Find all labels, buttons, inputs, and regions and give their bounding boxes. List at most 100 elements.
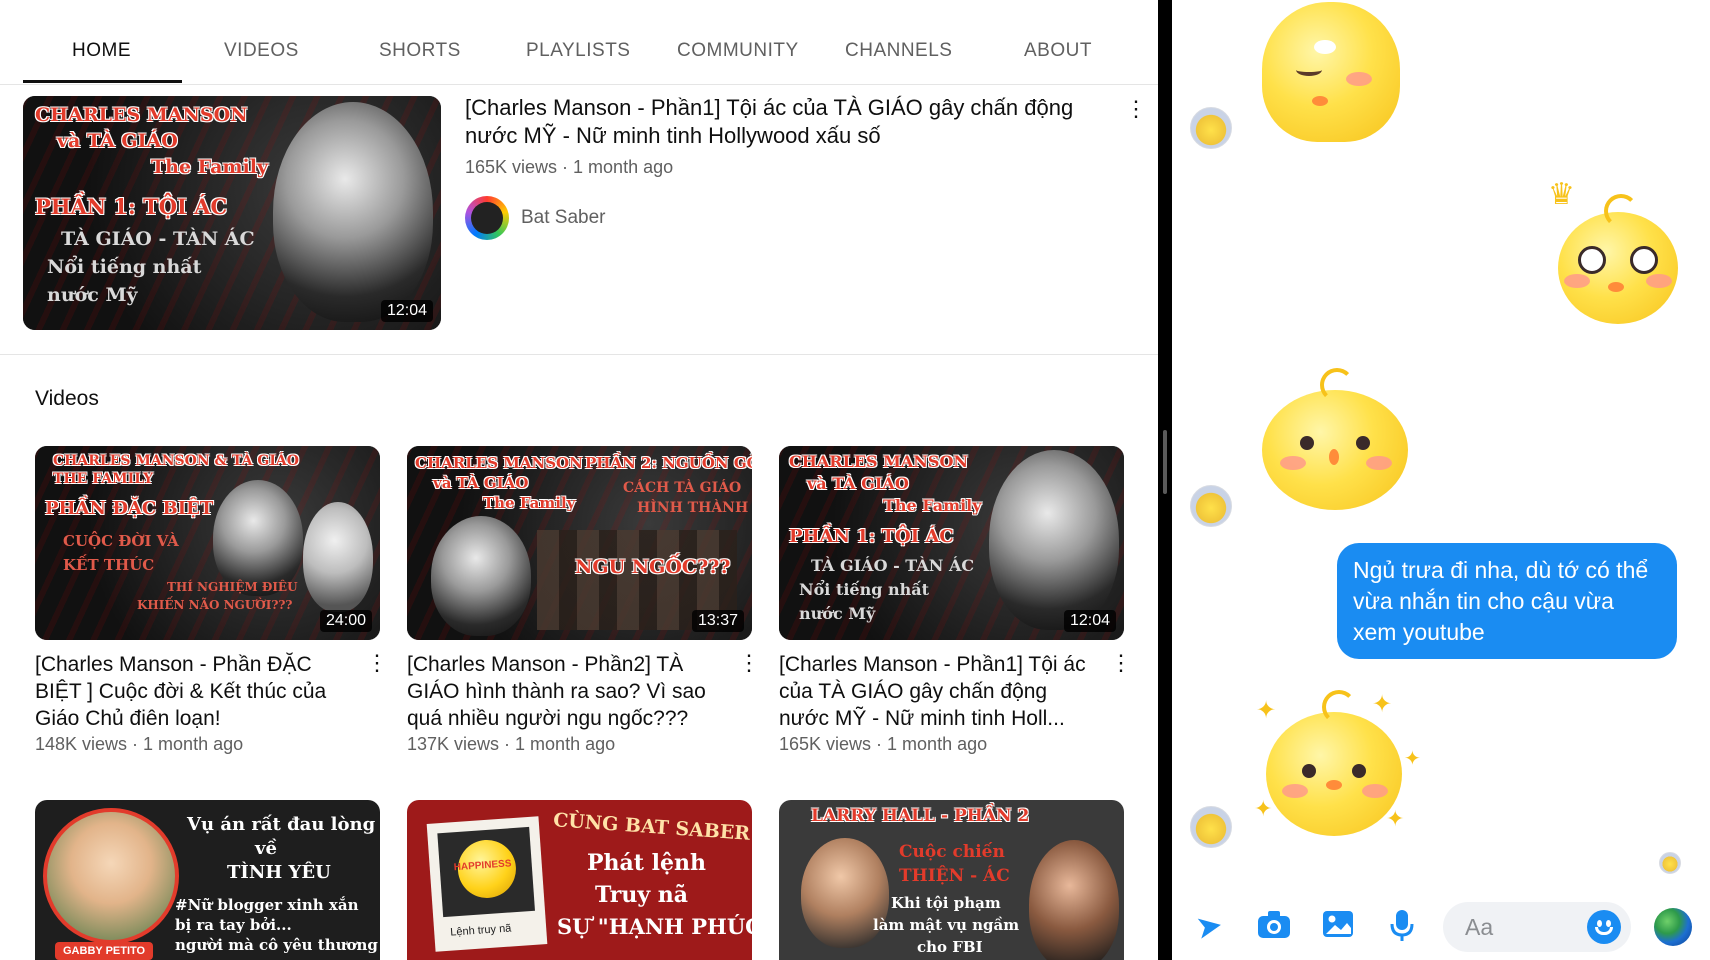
thumbnail-portrait [273, 102, 433, 322]
youtube-pane: HOME VIDEOS SHORTS PLAYLISTS COMMUNITY C… [0, 0, 1158, 960]
video-thumbnail[interactable]: CHARLES MANSON & TÀ GIÁO THE FAMILY PHẦN… [35, 446, 380, 640]
duck-sticker[interactable] [1558, 194, 1678, 324]
video-title[interactable]: [Charles Manson - Phần2] TÀ GIÁO hình th… [407, 651, 727, 732]
sticker-tuft [1320, 368, 1354, 402]
thumb-text: PHẦN 1: TỘI ÁC [35, 194, 228, 219]
more-options-icon[interactable]: ⋮ [366, 652, 388, 674]
seen-indicator [1659, 852, 1681, 874]
photo-icon[interactable] [1318, 908, 1358, 945]
video-title[interactable]: [Charles Manson - Phần ĐẶC BIỆT ] Cuộc đ… [35, 651, 355, 732]
thumb-text: Cuộc chiến [899, 842, 1005, 862]
channel-name[interactable]: Bat Saber [521, 207, 606, 229]
sticker-highlight [1314, 40, 1336, 54]
thumb-text: và TÀ GIÁO [807, 474, 909, 493]
sticker-blush [1362, 784, 1388, 798]
featured-thumbnail[interactable]: CHARLES MANSON và TÀ GIÁO The Family PHẦ… [23, 96, 441, 330]
split-view-handle[interactable] [1163, 430, 1167, 494]
thumbnail-portrait [43, 808, 179, 944]
duration-badge: 13:37 [691, 610, 744, 632]
sticker-eye [1630, 246, 1658, 274]
send-icon[interactable]: ➤ [1187, 906, 1232, 946]
duck-sticker[interactable] [1262, 368, 1408, 510]
video-thumbnail[interactable]: HAPPINESS Lệnh truy nã CÙNG BAT SABER Ph… [407, 800, 752, 960]
video-title[interactable]: [Charles Manson - Phần1] Tội ác của TÀ G… [779, 651, 1099, 732]
video-thumbnail[interactable]: Vụ án rất đau lòng về TÌNH YÊU #Nữ blogg… [35, 800, 380, 960]
tab-home[interactable]: HOME [72, 40, 131, 62]
thumb-text: Truy nã [595, 882, 689, 908]
thumb-text: CHARLES MANSON & TÀ GIÁO [53, 453, 299, 469]
sticker-beak [1326, 780, 1342, 790]
thumb-text: TÀ GIÁO - TÀN ÁC [811, 556, 975, 575]
sticker-eye [1300, 436, 1314, 450]
video-thumbnail[interactable]: CHARLES MANSON và TÀ GIÁO The Family PHẦ… [779, 446, 1124, 640]
thumb-text: Vụ án rất đau lòng [187, 814, 376, 835]
thumb-text: THE FAMILY [53, 471, 154, 487]
camera-icon[interactable] [1254, 908, 1294, 945]
sticker-beak [1329, 449, 1339, 465]
tab-channels[interactable]: CHANNELS [845, 40, 952, 62]
thumb-text: KẾT THÚC [63, 556, 155, 574]
channel-avatar[interactable] [465, 196, 509, 240]
thumb-text: về [255, 838, 277, 859]
sticker-beak [1608, 282, 1624, 292]
thumbnail-portrait [303, 502, 373, 612]
video-thumbnail[interactable]: LARRY HALL - PHẦN 2 Cuộc chiến THIỆN - Á… [779, 800, 1124, 960]
contact-avatar[interactable] [1190, 485, 1232, 527]
thumb-text: Khi tội phạm [891, 894, 1001, 912]
section-divider [0, 354, 1158, 355]
sticker-eye [1352, 764, 1366, 778]
thumb-text: TÀ GIÁO - TÀN ÁC [61, 228, 255, 250]
tab-videos[interactable]: VIDEOS [224, 40, 299, 62]
sticker-blush [1346, 72, 1372, 86]
messenger-pane [1172, 0, 1710, 960]
sticker-blush [1564, 274, 1590, 288]
sticker-beak [1312, 96, 1328, 106]
thumb-text: THÍ NGHIỆM ĐIÊU [167, 580, 298, 594]
thumb-tag: GABBY PETITO [55, 942, 154, 960]
thumb-text: NGU NGỐC??? [575, 556, 731, 578]
tab-playlists[interactable]: PLAYLISTS [526, 40, 630, 62]
emoji-icon[interactable] [1587, 910, 1621, 944]
thumb-text: PHẦN 2: NGUỒN GỐC [585, 454, 752, 472]
sticker-tuft [1322, 690, 1356, 724]
tab-community[interactable]: COMMUNITY [677, 40, 799, 62]
contact-avatar[interactable] [1190, 107, 1232, 149]
tab-shorts[interactable]: SHORTS [379, 40, 461, 62]
thumb-text: cho FBI [917, 938, 983, 956]
thumb-text: CÁCH TÀ GIÁO [623, 480, 742, 496]
thumb-text: The Family [151, 156, 268, 178]
thumb-text: KHIẾN NÃO NGƯỜI??? [137, 598, 293, 612]
thumb-text: SỰ "HẠNH PHÚC" [557, 914, 752, 939]
section-title: Videos [35, 387, 99, 410]
thumb-text: #Nữ blogger xinh xắn [175, 896, 359, 914]
sticker-blush [1366, 456, 1392, 470]
duck-sticker[interactable] [1262, 2, 1400, 142]
sparkle-icon: ✦ [1372, 691, 1393, 718]
duck-sticker[interactable] [1266, 690, 1402, 836]
tab-about[interactable]: ABOUT [1024, 40, 1092, 62]
thumb-text: CHARLES MANSON [415, 454, 583, 472]
thumbnail-portrait [1029, 840, 1119, 960]
thumb-text: THIỆN - ÁC [899, 866, 1010, 886]
duration-badge: 12:04 [1063, 610, 1116, 632]
thumb-text: PHẦN 1: TỘI ÁC [789, 526, 954, 547]
thumb-text: HÌNH THÀNH [637, 500, 749, 516]
outgoing-message-bubble[interactable]: Ngủ trưa đi nha, dù tớ có thể vừa nhắn t… [1337, 543, 1677, 659]
crown-icon: ♛ [1548, 178, 1575, 211]
more-options-icon[interactable]: ⋮ [1125, 98, 1147, 120]
thumb-text: bị ra tay bởi... [175, 916, 292, 934]
emoji-smile [1595, 927, 1613, 935]
contact-avatar[interactable] [1190, 806, 1232, 848]
more-options-icon[interactable]: ⋮ [738, 652, 760, 674]
sparkle-icon: ✦ [1254, 796, 1273, 821]
video-thumbnail[interactable]: CHARLES MANSON và TÀ GIÁO The Family PHẦ… [407, 446, 752, 640]
closed-eye [1296, 64, 1322, 76]
duration-badge: 24:00 [319, 610, 372, 632]
thumb-text: The Family [483, 494, 576, 512]
microphone-icon[interactable] [1382, 908, 1422, 947]
globe-icon[interactable] [1654, 908, 1692, 946]
thumbnail-portrait [431, 516, 531, 636]
featured-title[interactable]: [Charles Manson - Phần1] Tội ác của TÀ G… [465, 94, 1115, 150]
message-input-placeholder: Aa [1465, 914, 1494, 940]
more-options-icon[interactable]: ⋮ [1110, 652, 1132, 674]
